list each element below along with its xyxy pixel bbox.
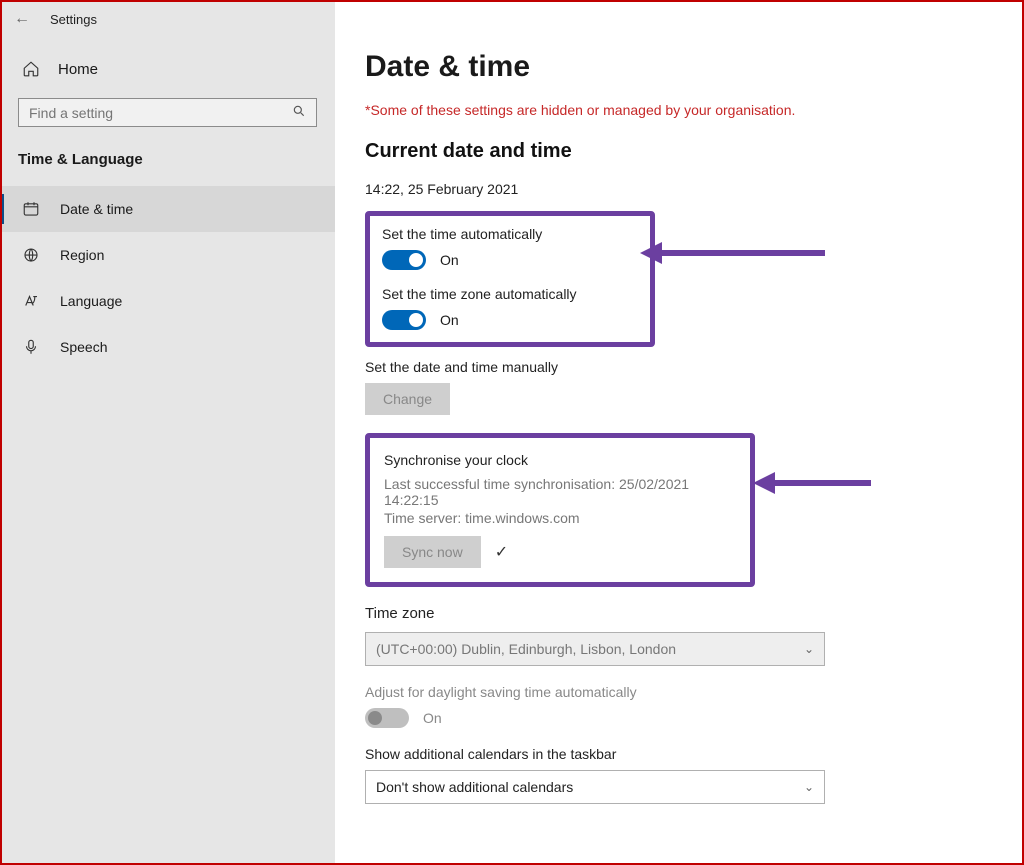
current-datetime: 14:22, 25 February 2021 xyxy=(365,181,994,197)
page-title: Date & time xyxy=(365,50,994,84)
dst-toggle xyxy=(365,708,409,728)
section-label: Time & Language xyxy=(0,145,335,186)
sync-last: Last successful time synchronisation: 25… xyxy=(384,476,736,508)
search-icon xyxy=(292,104,306,121)
sync-annotation: Synchronise your clock Last successful t… xyxy=(365,433,755,587)
sync-now-button[interactable]: Sync now xyxy=(384,536,481,568)
additional-calendars-dropdown[interactable]: Don't show additional calendars ⌄ xyxy=(365,770,825,804)
home-label: Home xyxy=(58,61,98,78)
change-button[interactable]: Change xyxy=(365,383,450,415)
back-icon[interactable]: ← xyxy=(14,10,30,28)
sync-server: Time server: time.windows.com xyxy=(384,510,736,526)
org-warning: *Some of these settings are hidden or ma… xyxy=(365,102,994,118)
sidebar-item-speech[interactable]: Speech xyxy=(0,324,335,370)
sidebar-item-region[interactable]: Region xyxy=(0,232,335,278)
app-title: Settings xyxy=(50,12,97,27)
check-icon: ✓ xyxy=(495,542,508,562)
sidebar-item-home[interactable]: Home xyxy=(0,38,335,92)
auto-tz-state: On xyxy=(440,312,459,328)
language-icon xyxy=(22,292,40,310)
sidebar: ← Settings Home Time & Language xyxy=(0,0,335,865)
home-icon xyxy=(22,60,40,78)
auto-time-toggle[interactable] xyxy=(382,250,426,270)
auto-time-label: Set the time automatically xyxy=(382,226,638,242)
arrow-annotation-2 xyxy=(753,478,871,488)
auto-tz-toggle[interactable] xyxy=(382,310,426,330)
arrow-annotation-1 xyxy=(640,248,825,258)
mic-icon xyxy=(22,338,40,356)
tz-label: Time zone xyxy=(365,605,994,622)
sidebar-item-label: Language xyxy=(60,293,122,309)
main-content: Date & time *Some of these settings are … xyxy=(335,0,1024,865)
sidebar-item-language[interactable]: Language xyxy=(0,278,335,324)
clock-icon xyxy=(22,200,40,218)
dst-state: On xyxy=(423,710,442,726)
sidebar-item-label: Speech xyxy=(60,339,107,355)
globe-icon xyxy=(22,246,40,264)
search-field[interactable] xyxy=(29,105,292,121)
addcal-label: Show additional calendars in the taskbar xyxy=(365,746,994,762)
sidebar-item-date-time[interactable]: Date & time xyxy=(0,186,335,232)
chevron-down-icon: ⌄ xyxy=(804,780,814,794)
auto-time-annotation: Set the time automatically On Set the ti… xyxy=(365,211,655,347)
titlebar: ← Settings xyxy=(0,0,335,38)
addcal-value: Don't show additional calendars xyxy=(376,779,573,795)
sync-heading: Synchronise your clock xyxy=(384,452,736,468)
chevron-down-icon: ⌄ xyxy=(804,642,814,656)
tz-value: (UTC+00:00) Dublin, Edinburgh, Lisbon, L… xyxy=(376,641,676,657)
dst-label: Adjust for daylight saving time automati… xyxy=(365,684,994,700)
sidebar-item-label: Date & time xyxy=(60,201,133,217)
auto-time-state: On xyxy=(440,252,459,268)
search-input[interactable] xyxy=(18,98,317,127)
timezone-dropdown: (UTC+00:00) Dublin, Edinburgh, Lisbon, L… xyxy=(365,632,825,666)
manual-label: Set the date and time manually xyxy=(365,359,994,375)
sidebar-item-label: Region xyxy=(60,247,104,263)
current-heading: Current date and time xyxy=(365,140,994,163)
auto-tz-label: Set the time zone automatically xyxy=(382,286,638,302)
